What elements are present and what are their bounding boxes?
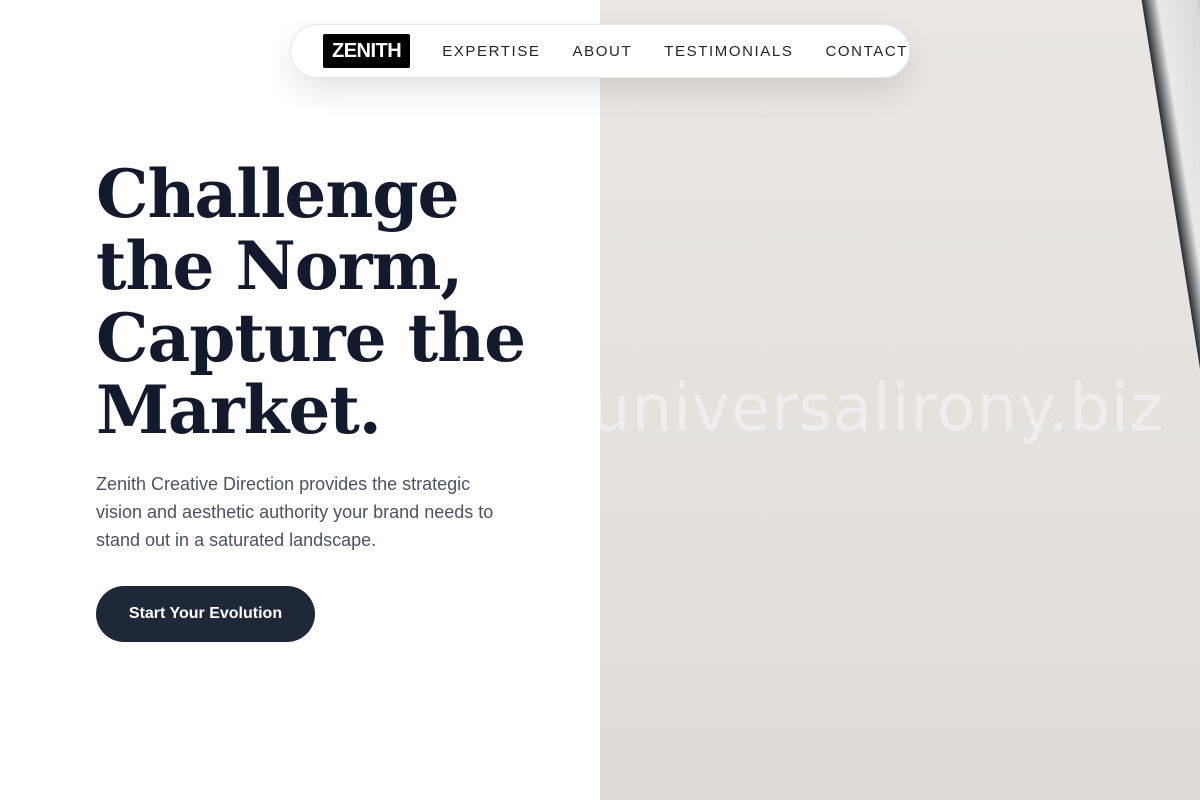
hero-headline: Challenge the Norm, Capture the Market. xyxy=(96,158,566,446)
headline-line: the Norm, xyxy=(96,227,463,305)
softbox-light xyxy=(1140,0,1200,800)
headline-line: Challenge xyxy=(96,155,460,233)
nav-link-expertise[interactable]: EXPERTISE xyxy=(442,43,540,60)
hero-subtext: Zenith Creative Direction provides the s… xyxy=(96,474,494,550)
nav-link-about[interactable]: ABOUT xyxy=(573,43,633,60)
hero-photo xyxy=(600,0,1200,800)
top-nav: ZENITH EXPERTISE ABOUT TESTIMONIALS CONT… xyxy=(290,24,910,78)
nav-link-contact[interactable]: CONTACT xyxy=(825,43,908,60)
headline-line: Capture the xyxy=(96,299,526,377)
logo[interactable]: ZENITH xyxy=(323,34,411,68)
hero-left-panel: Challenge the Norm, Capture the Market. … xyxy=(0,0,600,800)
start-evolution-button[interactable]: Start Your Evolution xyxy=(96,586,315,642)
nav-links: EXPERTISE ABOUT TESTIMONIALS CONTACT xyxy=(442,43,908,60)
headline-line: Market. xyxy=(96,371,382,449)
nav-link-testimonials[interactable]: TESTIMONIALS xyxy=(664,43,793,60)
